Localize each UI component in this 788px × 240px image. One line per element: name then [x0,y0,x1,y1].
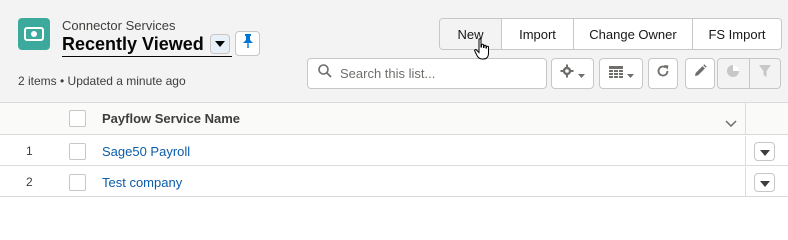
fs-import-button[interactable]: FS Import [692,19,781,49]
column-header-payflow-service-name[interactable]: Payflow Service Name [102,111,240,126]
display-as-button[interactable] [599,58,643,89]
object-label: Connector Services [62,18,176,33]
search-icon [318,64,332,83]
row-actions-button[interactable] [754,173,775,192]
refresh-icon [656,64,670,83]
show-charts-button[interactable] [718,59,749,88]
pie-chart-icon [726,64,740,83]
pin-list-button[interactable] [235,31,260,56]
list-view-title: Recently Viewed [62,34,204,54]
record-link[interactable]: Test company [102,175,182,190]
list-view-selector[interactable]: Recently Viewed [62,33,232,57]
row-number: 1 [26,144,33,158]
pin-icon [242,34,254,53]
import-button[interactable]: Import [501,19,573,49]
gear-icon [560,64,574,83]
filter-icon [758,64,772,83]
column-divider [745,136,746,166]
list-view-header: Connector Services Recently Viewed 2 ite… [0,0,788,103]
chart-filter-group [717,58,781,89]
pencil-icon [693,64,707,83]
chevron-down-icon [626,65,634,83]
refresh-button[interactable] [648,58,678,89]
table-header: Payflow Service Name [0,103,788,135]
table-row: 2 Test company [0,167,788,197]
list-settings-button[interactable] [551,58,594,89]
column-divider [745,167,746,197]
row-checkbox[interactable] [69,174,86,191]
chevron-down-icon[interactable] [725,114,737,132]
row-actions-button[interactable] [754,142,775,161]
chevron-down-icon [759,143,770,161]
chevron-down-icon [578,65,585,83]
row-checkbox[interactable] [69,143,86,160]
column-divider [745,103,746,135]
chevron-down-icon[interactable] [209,34,230,54]
search-box[interactable] [307,58,547,89]
filter-button[interactable] [748,59,781,88]
hand-cursor-icon [474,38,492,67]
connector-service-icon [18,18,50,50]
table-icon [608,65,623,83]
chevron-down-icon [759,174,770,192]
row-number: 2 [26,175,33,189]
select-all-checkbox[interactable] [69,110,86,127]
change-owner-button[interactable]: Change Owner [573,19,692,49]
search-input[interactable] [340,66,540,81]
table-row: 1 Sage50 Payroll [0,136,788,166]
record-link[interactable]: Sage50 Payroll [102,144,190,159]
edit-list-button[interactable] [685,58,715,89]
list-meta-info: 2 items • Updated a minute ago [18,74,186,88]
